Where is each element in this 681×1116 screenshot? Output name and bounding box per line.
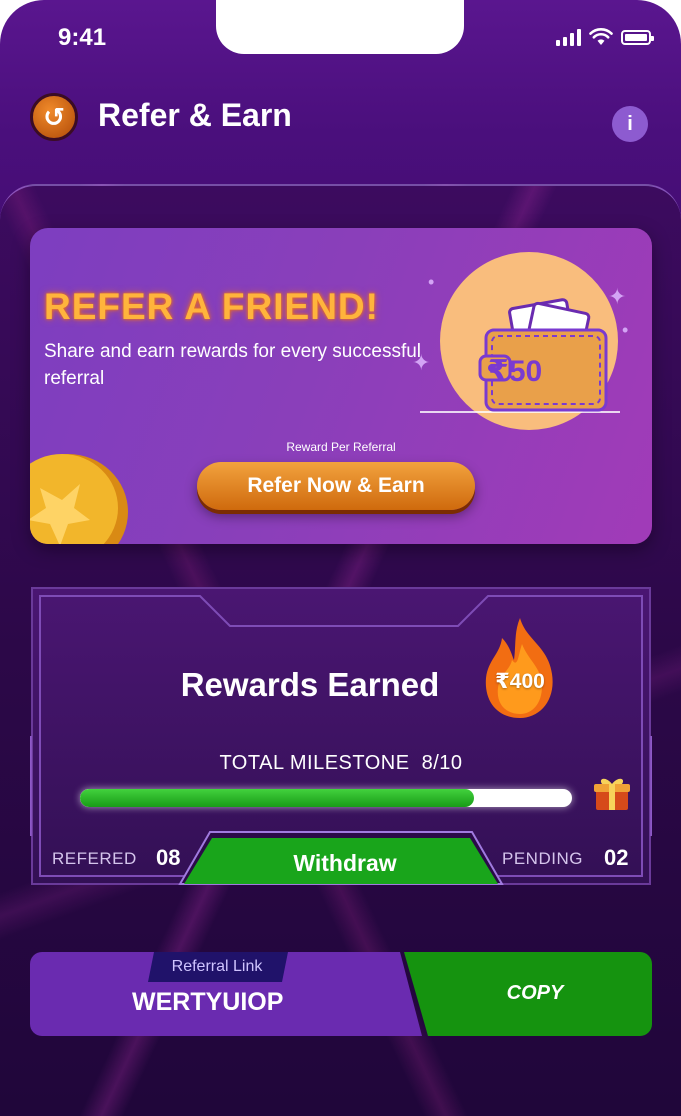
back-button[interactable]: ↺ <box>30 93 78 141</box>
referral-code: WERTYUIOP <box>132 988 284 1016</box>
info-button[interactable]: i <box>612 106 648 142</box>
milestone-count: 8/10 <box>421 752 463 774</box>
signal-icon <box>556 28 581 46</box>
status-icons <box>556 28 654 46</box>
withdraw-button[interactable]: Withdraw <box>180 850 510 877</box>
phone-screen: 9:41 ↺ Refer & Earn i • ✦ ✦ • ₹50 REFER … <box>0 0 681 1116</box>
earned-amount: ₹400 <box>495 670 545 693</box>
notch <box>216 0 464 54</box>
copy-button[interactable]: COPY <box>450 982 620 1005</box>
referral-link-tag: Referral Link <box>171 958 263 975</box>
fire-icon <box>485 618 553 718</box>
sparkle-icon: • <box>428 272 435 292</box>
milestone-progress-bar <box>80 789 572 807</box>
referral-link-row: Referral Link WERTYUIOP COPY <box>30 952 652 1036</box>
reward-caption: Reward Per Referral <box>286 440 396 454</box>
wifi-icon <box>589 28 613 45</box>
rewards-card: Rewards Earned ₹400 TOTAL MILESTONE 8/10 … <box>30 586 652 886</box>
battery-icon <box>621 29 654 45</box>
banner-subtitle: Share and earn rewards for every success… <box>44 341 422 389</box>
refer-now-button[interactable]: Refer Now & Earn <box>197 462 475 510</box>
page-title: Refer & Earn <box>98 97 292 133</box>
coin-icon <box>30 454 128 544</box>
status-time: 9:41 <box>58 24 107 51</box>
referred-value: 08 <box>156 845 181 870</box>
milestone-text: TOTAL MILESTONE 8/10 <box>30 752 652 775</box>
gift-icon <box>594 778 630 810</box>
milestone-label: TOTAL MILESTONE <box>219 752 410 774</box>
wallet-amount: ₹50 <box>488 355 543 388</box>
banner-headline: REFER A FRIEND! <box>44 286 379 327</box>
pending-value: 02 <box>604 845 629 870</box>
milestone-progress-fill <box>80 789 474 807</box>
referred-label: REFERED <box>52 849 137 868</box>
refer-banner: • ✦ ✦ • ₹50 REFER A FRIEND! Share and ea… <box>30 228 652 544</box>
pending-label: PENDING <box>502 849 583 868</box>
back-arrow-icon: ↺ <box>43 101 65 132</box>
